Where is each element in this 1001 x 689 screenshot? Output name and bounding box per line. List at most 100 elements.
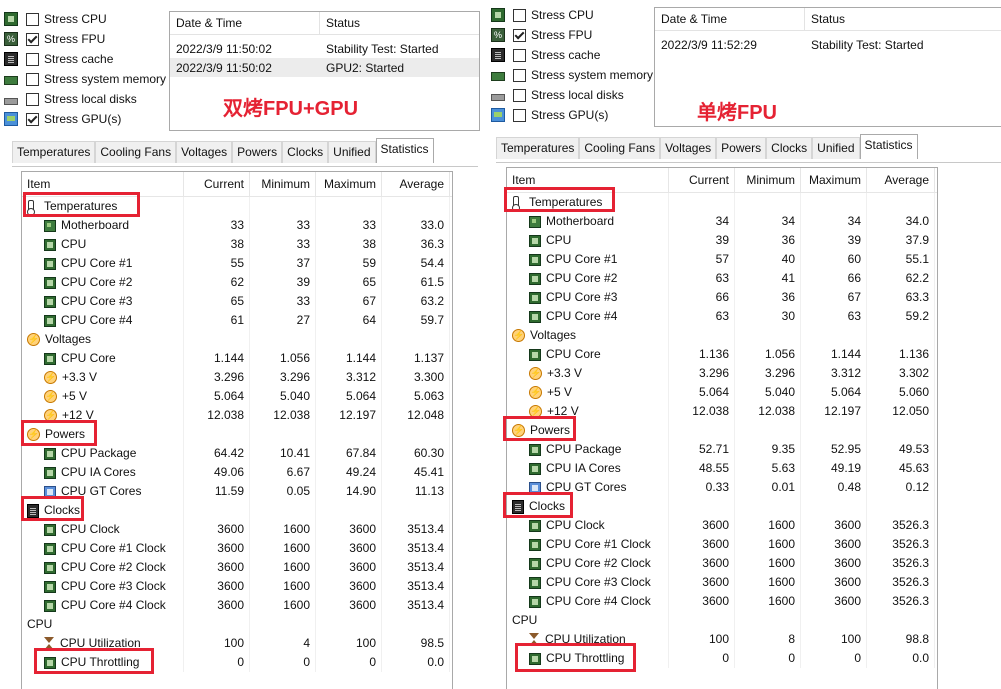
sensor-row[interactable]: CPU Throttling 0 0 0 0.0 bbox=[507, 649, 937, 668]
status-header[interactable]: Status bbox=[320, 12, 479, 34]
log-row[interactable]: 2022/3/9 11:50:02 GPU2: Started bbox=[170, 58, 479, 77]
sensor-row[interactable]: CPU Core #4 Clock 3600 1600 3600 3513.4 bbox=[22, 596, 452, 615]
checkbox[interactable] bbox=[513, 48, 526, 62]
column-header-average[interactable]: Average bbox=[867, 168, 935, 192]
column-header-average[interactable]: Average bbox=[382, 172, 450, 196]
stress-option[interactable]: Stress local disks bbox=[4, 89, 166, 109]
sensor-row[interactable]: CPU Core #3 Clock 3600 1600 3600 3513.4 bbox=[22, 577, 452, 596]
column-header-item[interactable]: Item bbox=[507, 168, 669, 192]
sensor-row[interactable]: Motherboard 34 34 34 34.0 bbox=[507, 212, 937, 231]
sensor-row[interactable]: CPU Core #2 62 39 65 61.5 bbox=[22, 273, 452, 292]
sensor-row[interactable]: CPU Core #1 57 40 60 55.1 bbox=[507, 250, 937, 269]
stress-option[interactable]: Stress GPU(s) bbox=[4, 109, 166, 129]
sensor-row[interactable]: CPU 38 33 38 36.3 bbox=[22, 235, 452, 254]
category-row[interactable]: ⚡ Voltages bbox=[22, 330, 452, 349]
sensor-row[interactable]: CPU Throttling 0 0 0 0.0 bbox=[22, 653, 452, 672]
sensor-row[interactable]: CPU Core #2 Clock 3600 1600 3600 3513.4 bbox=[22, 558, 452, 577]
date-time-header[interactable]: Date & Time bbox=[655, 8, 805, 30]
sensor-row[interactable]: CPU IA Cores 49.06 6.67 49.24 45.41 bbox=[22, 463, 452, 482]
sensor-row[interactable]: CPU GT Cores 0.33 0.01 0.48 0.12 bbox=[507, 478, 937, 497]
checkbox[interactable] bbox=[26, 32, 39, 46]
sensor-row[interactable]: CPU Core #2 Clock 3600 1600 3600 3526.3 bbox=[507, 554, 937, 573]
sensor-row[interactable]: Motherboard 33 33 33 33.0 bbox=[22, 216, 452, 235]
category-row[interactable]: ⚡ Voltages bbox=[507, 326, 937, 345]
sensor-row[interactable]: CPU IA Cores 48.55 5.63 49.19 45.63 bbox=[507, 459, 937, 478]
column-header-current[interactable]: Current bbox=[184, 172, 250, 196]
tab-temperatures[interactable]: Temperatures bbox=[12, 141, 96, 163]
stress-option[interactable]: % Stress FPU bbox=[4, 29, 166, 49]
sensor-row[interactable]: CPU Core #3 Clock 3600 1600 3600 3526.3 bbox=[507, 573, 937, 592]
sensor-row[interactable]: CPU Package 52.71 9.35 52.95 49.53 bbox=[507, 440, 937, 459]
sensor-row[interactable]: CPU Core #4 Clock 3600 1600 3600 3526.3 bbox=[507, 592, 937, 611]
sensor-row[interactable]: CPU Clock 3600 1600 3600 3526.3 bbox=[507, 516, 937, 535]
checkbox[interactable] bbox=[513, 108, 526, 122]
stress-option[interactable]: Stress local disks bbox=[491, 85, 653, 105]
column-header-current[interactable]: Current bbox=[669, 168, 735, 192]
sensor-row[interactable]: CPU Package 64.42 10.41 67.84 60.30 bbox=[22, 444, 452, 463]
tab-unified[interactable]: Unified bbox=[328, 141, 376, 163]
stress-option[interactable]: Stress cache bbox=[491, 45, 653, 65]
sensor-row[interactable]: CPU Core #1 Clock 3600 1600 3600 3526.3 bbox=[507, 535, 937, 554]
category-row[interactable]: Clocks bbox=[22, 501, 452, 520]
sensor-row[interactable]: CPU Utilization 100 4 100 98.5 bbox=[22, 634, 452, 653]
checkbox[interactable] bbox=[513, 8, 526, 22]
tab-unified[interactable]: Unified bbox=[812, 137, 860, 159]
column-header-maximum[interactable]: Maximum bbox=[316, 172, 382, 196]
stress-option[interactable]: Stress GPU(s) bbox=[491, 105, 653, 125]
sensor-row[interactable]: ⚡ +12 V 12.038 12.038 12.197 12.050 bbox=[507, 402, 937, 421]
sensor-row[interactable]: CPU Core #3 65 33 67 63.2 bbox=[22, 292, 452, 311]
sensor-row[interactable]: ⚡ +3.3 V 3.296 3.296 3.312 3.300 bbox=[22, 368, 452, 387]
stress-option[interactable]: Stress CPU bbox=[4, 9, 166, 29]
tab-clocks[interactable]: Clocks bbox=[766, 137, 813, 159]
sensor-row[interactable]: ⚡ +5 V 5.064 5.040 5.064 5.063 bbox=[22, 387, 452, 406]
category-row[interactable]: Clocks bbox=[507, 497, 937, 516]
tab-powers[interactable]: Powers bbox=[716, 137, 767, 159]
sensor-row[interactable]: CPU Core #4 61 27 64 59.7 bbox=[22, 311, 452, 330]
stress-option[interactable]: Stress system memory bbox=[491, 65, 653, 85]
column-header-item[interactable]: Item bbox=[22, 172, 184, 196]
tab-statistics[interactable]: Statistics bbox=[375, 138, 434, 163]
checkbox[interactable] bbox=[513, 28, 526, 42]
sensor-row[interactable]: CPU Core #2 63 41 66 62.2 bbox=[507, 269, 937, 288]
sensor-row[interactable]: CPU Core #1 55 37 59 54.4 bbox=[22, 254, 452, 273]
checkbox[interactable] bbox=[513, 88, 526, 102]
checkbox[interactable] bbox=[26, 112, 39, 126]
category-row[interactable]: CPU bbox=[22, 615, 452, 634]
column-header-minimum[interactable]: Minimum bbox=[735, 168, 801, 192]
stress-option[interactable]: Stress system memory bbox=[4, 69, 166, 89]
checkbox[interactable] bbox=[26, 12, 39, 26]
tab-statistics[interactable]: Statistics bbox=[859, 134, 918, 159]
sensor-row[interactable]: ⚡ +5 V 5.064 5.040 5.064 5.060 bbox=[507, 383, 937, 402]
log-row[interactable]: 2022/3/9 11:52:29 Stability Test: Started bbox=[655, 35, 1001, 54]
category-row[interactable]: ⚡ Powers bbox=[22, 425, 452, 444]
sensor-row[interactable]: CPU Core #4 63 30 63 59.2 bbox=[507, 307, 937, 326]
sensor-row[interactable]: ⚡ +12 V 12.038 12.038 12.197 12.048 bbox=[22, 406, 452, 425]
tab-voltages[interactable]: Voltages bbox=[660, 137, 717, 159]
tab-powers[interactable]: Powers bbox=[232, 141, 283, 163]
sensor-row[interactable]: CPU Core #3 66 36 67 63.3 bbox=[507, 288, 937, 307]
tab-cooling-fans[interactable]: Cooling Fans bbox=[579, 137, 661, 159]
stress-option[interactable]: Stress cache bbox=[4, 49, 166, 69]
sensor-row[interactable]: ⚡ +3.3 V 3.296 3.296 3.312 3.302 bbox=[507, 364, 937, 383]
tab-voltages[interactable]: Voltages bbox=[176, 141, 233, 163]
tab-clocks[interactable]: Clocks bbox=[282, 141, 329, 163]
category-row[interactable]: CPU bbox=[507, 611, 937, 630]
checkbox[interactable] bbox=[513, 68, 526, 82]
checkbox[interactable] bbox=[26, 52, 39, 66]
sensor-row[interactable]: CPU Utilization 100 8 100 98.8 bbox=[507, 630, 937, 649]
sensor-row[interactable]: CPU Core 1.136 1.056 1.144 1.136 bbox=[507, 345, 937, 364]
sensor-row[interactable]: CPU 39 36 39 37.9 bbox=[507, 231, 937, 250]
sensor-row[interactable]: CPU Core 1.144 1.056 1.144 1.137 bbox=[22, 349, 452, 368]
tab-temperatures[interactable]: Temperatures bbox=[496, 137, 580, 159]
column-header-minimum[interactable]: Minimum bbox=[250, 172, 316, 196]
sensor-row[interactable]: CPU GT Cores 11.59 0.05 14.90 11.13 bbox=[22, 482, 452, 501]
stress-option[interactable]: Stress CPU bbox=[491, 5, 653, 25]
tab-cooling-fans[interactable]: Cooling Fans bbox=[95, 141, 177, 163]
category-row[interactable]: Temperatures bbox=[507, 193, 937, 212]
stress-option[interactable]: % Stress FPU bbox=[491, 25, 653, 45]
checkbox[interactable] bbox=[26, 72, 39, 86]
category-row[interactable]: ⚡ Powers bbox=[507, 421, 937, 440]
sensor-row[interactable]: CPU Core #1 Clock 3600 1600 3600 3513.4 bbox=[22, 539, 452, 558]
log-row[interactable]: 2022/3/9 11:50:02 Stability Test: Started bbox=[170, 39, 479, 58]
date-time-header[interactable]: Date & Time bbox=[170, 12, 320, 34]
